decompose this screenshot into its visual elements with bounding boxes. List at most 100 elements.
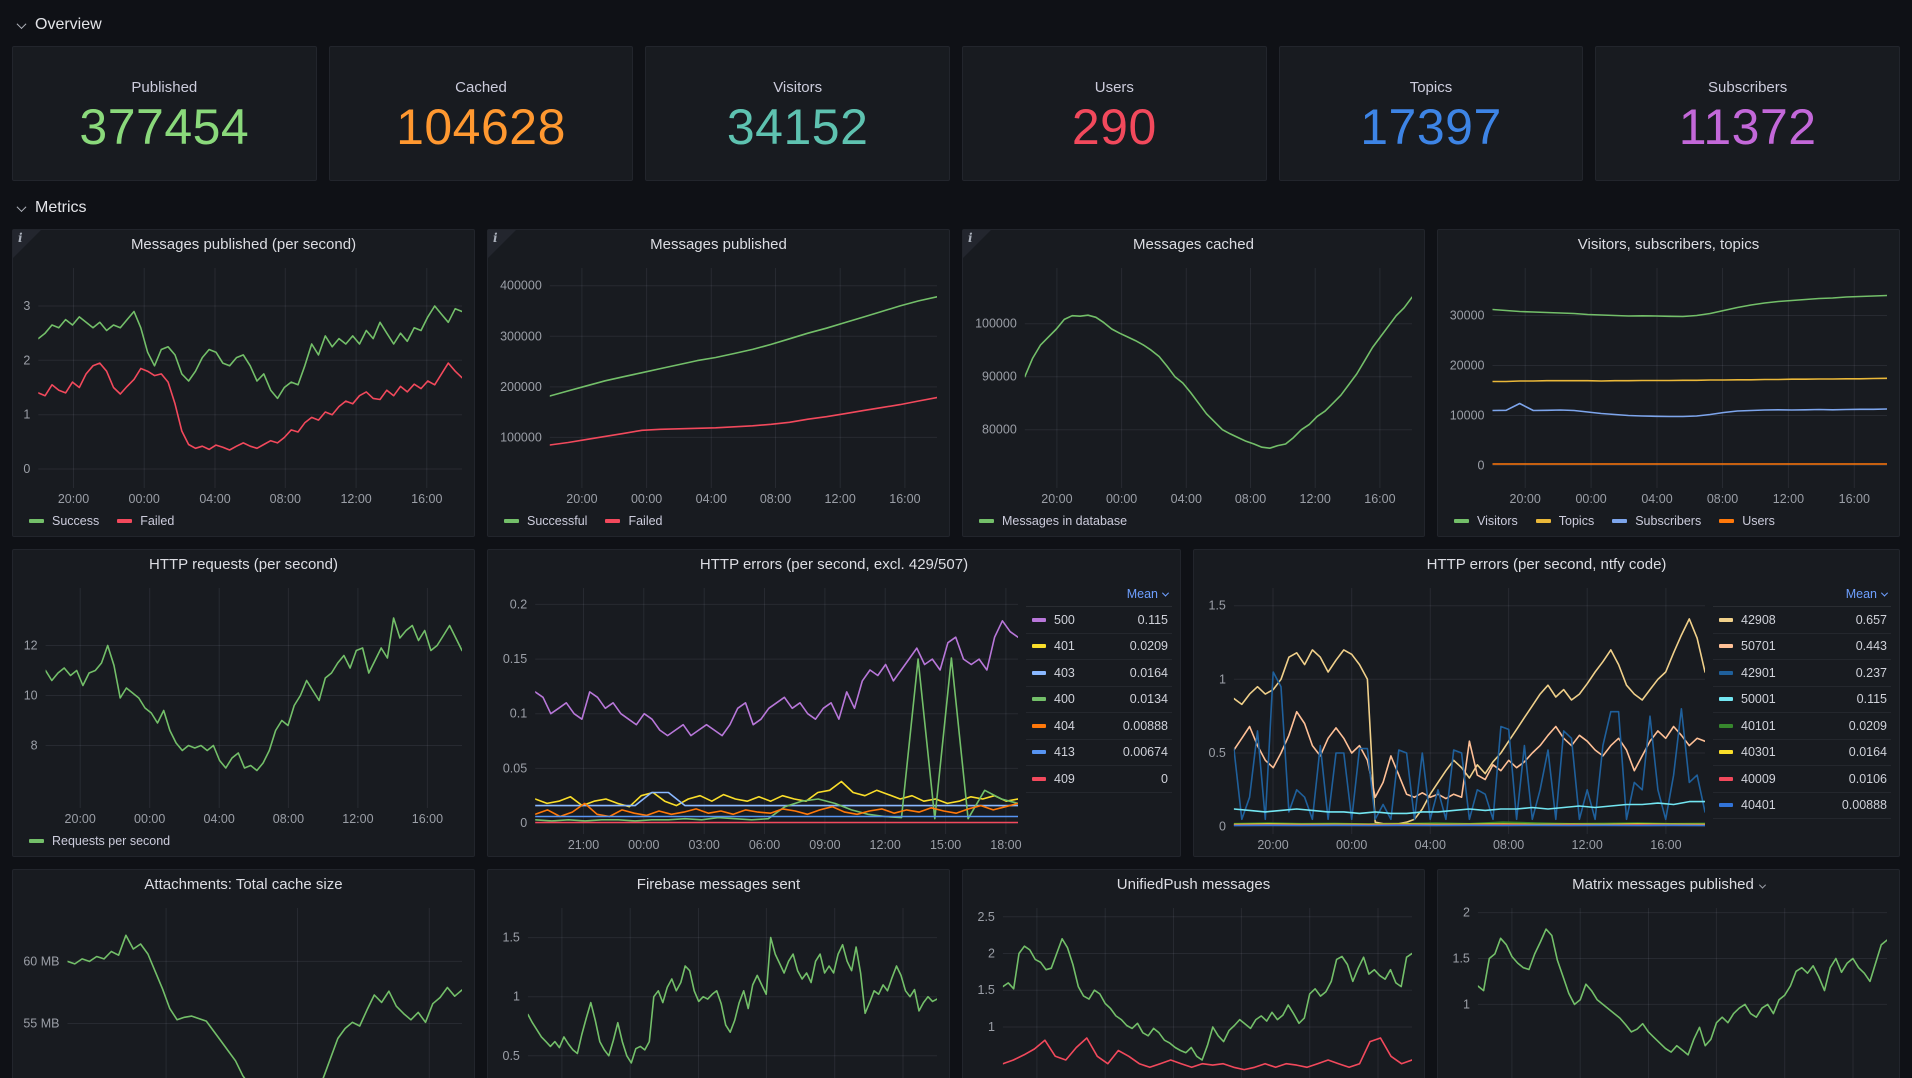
panel-title[interactable]: HTTP errors (per second, ntfy code) [1194,550,1899,580]
panel-title[interactable]: UnifiedPush messages [963,870,1424,900]
panel-title[interactable]: HTTP requests (per second) [13,550,474,580]
chart-canvas[interactable]: 8101220:0000:0004:0008:0012:0016:00 [17,580,470,828]
chart-plot[interactable]: 00.050.10.150.221:0000:0003:0006:0009:00… [492,580,1026,854]
svg-text:100000: 100000 [500,430,542,444]
legend-item-success[interactable]: Success [29,514,99,528]
chart-plot[interactable]: 010000200003000020:0000:0004:0008:0012:0… [1442,260,1895,508]
legend-item-successful[interactable]: Successful [504,514,587,528]
series-line-Success [38,306,462,398]
svg-text:8: 8 [31,739,38,753]
stat-title[interactable]: Users [1095,79,1134,96]
svg-text:200000: 200000 [500,380,542,394]
legend-row-500[interactable]: 5000.115 [1026,607,1172,634]
chart-canvas[interactable]: 800009000010000020:0000:0004:0008:0012:0… [967,260,1420,508]
svg-text:00:00: 00:00 [134,812,165,826]
chart-plot[interactable]: 11.522.5 [967,900,1420,1078]
svg-text:12:00: 12:00 [1300,492,1331,506]
svg-text:1.5: 1.5 [503,931,520,945]
legend-item-failed[interactable]: Failed [117,514,174,528]
legend-label: Subscribers [1635,514,1701,528]
legend-item-subscribers[interactable]: Subscribers [1612,514,1701,528]
chart-canvas[interactable]: 012320:0000:0004:0008:0012:0016:00 [17,260,470,508]
panel-title[interactable]: Visitors, subscribers, topics [1438,230,1899,260]
legend-row-42908[interactable]: 429080.657 [1713,607,1891,634]
legend-row-403[interactable]: 4030.0164 [1026,660,1172,687]
panel-title[interactable]: HTTP errors (per second, excl. 429/507) [488,550,1180,580]
svg-text:08:00: 08:00 [760,492,791,506]
svg-text:1.5: 1.5 [1209,599,1226,613]
svg-text:08:00: 08:00 [1707,492,1738,506]
panel-title[interactable]: Messages published [488,230,949,260]
panel-title[interactable]: Firebase messages sent [488,870,949,900]
chart-plot[interactable]: 11.52 [1442,900,1895,1078]
chart-canvas[interactable]: 00.511.520:0000:0004:0008:0012:0016:00 [1198,580,1713,854]
stat-title[interactable]: Published [131,79,197,96]
legend-row-400[interactable]: 4000.0134 [1026,687,1172,714]
legend-row-50701[interactable]: 507010.443 [1713,634,1891,661]
stat-title[interactable]: Visitors [773,79,822,96]
chart-plot[interactable]: 00.511.520:0000:0004:0008:0012:0016:00 [1198,580,1713,854]
legend-row-40009[interactable]: 400090.0106 [1713,766,1891,793]
chart-canvas[interactable]: 00.050.10.150.221:0000:0003:0006:0009:00… [492,580,1026,854]
legend-row-40301[interactable]: 403010.0164 [1713,740,1891,767]
svg-text:12:00: 12:00 [1773,492,1804,506]
section-overview[interactable]: Overview [18,12,1900,38]
chart-canvas[interactable]: 0.511.5 [492,900,945,1078]
legend-row-40101[interactable]: 401010.0209 [1713,713,1891,740]
legend-item-users[interactable]: Users [1719,514,1775,528]
svg-text:04:00: 04:00 [204,812,235,826]
svg-text:0: 0 [23,462,30,476]
legend-mean-value: 0.0134 [1130,692,1172,706]
panel-title[interactable]: Messages published (per second) [13,230,474,260]
info-icon[interactable]: i [488,230,516,258]
legend-row-50001[interactable]: 500010.115 [1713,687,1891,714]
chart-canvas[interactable]: 010000200003000020:0000:0004:0008:0012:0… [1442,260,1895,508]
legend-item-failed[interactable]: Failed [605,514,662,528]
legend-row-409[interactable]: 4090 [1026,766,1172,793]
legend-item-visitors[interactable]: Visitors [1454,514,1518,528]
legend-mean-header[interactable]: Mean [1026,582,1172,607]
section-metrics[interactable]: Metrics [18,195,1900,221]
svg-text:15:00: 15:00 [930,838,961,852]
info-icon[interactable]: i [13,230,41,258]
chart-canvas[interactable]: 11.52 [1442,900,1895,1078]
legend-label: Topics [1559,514,1594,528]
stat-title[interactable]: Topics [1410,79,1453,96]
stat-title[interactable]: Subscribers [1708,79,1787,96]
legend-item-messages-in-database[interactable]: Messages in database [979,514,1127,528]
legend-swatch [29,519,44,523]
chart-canvas[interactable]: 10000020000030000040000020:0000:0004:000… [492,260,945,508]
panel-title[interactable]: Matrix messages published [1438,870,1899,900]
chart-plot[interactable]: 0.511.5 [492,900,945,1078]
legend-row-42901[interactable]: 429010.237 [1713,660,1891,687]
chart-plot[interactable]: 8101220:0000:0004:0008:0012:0016:00 [17,580,470,828]
panel-unifiedpush-messages: UnifiedPush messages 11.522.5 [962,869,1425,1078]
svg-text:0.2: 0.2 [510,597,527,611]
info-icon[interactable]: i [963,230,991,258]
chart-plot[interactable]: 10000020000030000040000020:0000:0004:000… [492,260,945,508]
legend-row-401[interactable]: 4010.0209 [1026,634,1172,661]
panel-title[interactable]: Messages cached [963,230,1424,260]
legend-item-topics[interactable]: Topics [1536,514,1594,528]
legend-mean-header[interactable]: Mean [1713,582,1891,607]
svg-text:12: 12 [24,639,38,653]
chart-legend: Successful Failed [492,508,945,534]
svg-text:04:00: 04:00 [1415,838,1446,852]
svg-text:20:00: 20:00 [65,812,96,826]
svg-text:20:00: 20:00 [1510,492,1541,506]
legend-row-413[interactable]: 4130.00674 [1026,740,1172,767]
chart-canvas[interactable]: 11.522.5 [967,900,1420,1078]
chart-plot[interactable]: 55 MB60 MB [17,900,470,1078]
chart-plot[interactable]: 800009000010000020:0000:0004:0008:0012:0… [967,260,1420,508]
panel-title[interactable]: Attachments: Total cache size [13,870,474,900]
stat-value: 11372 [1679,100,1817,155]
legend-item-requests-per-second[interactable]: Requests per second [29,834,170,848]
chart-plot[interactable]: 012320:0000:0004:0008:0012:0016:00 [17,260,470,508]
legend-row-404[interactable]: 4040.00888 [1026,713,1172,740]
section-overview-label: Overview [35,16,102,34]
stat-title[interactable]: Cached [455,79,507,96]
chart-canvas[interactable]: 55 MB60 MB [17,900,470,1078]
legend-row-40401[interactable]: 404010.00888 [1713,793,1891,820]
series-line-Requests per second [46,618,462,771]
svg-text:1.5: 1.5 [978,983,995,997]
